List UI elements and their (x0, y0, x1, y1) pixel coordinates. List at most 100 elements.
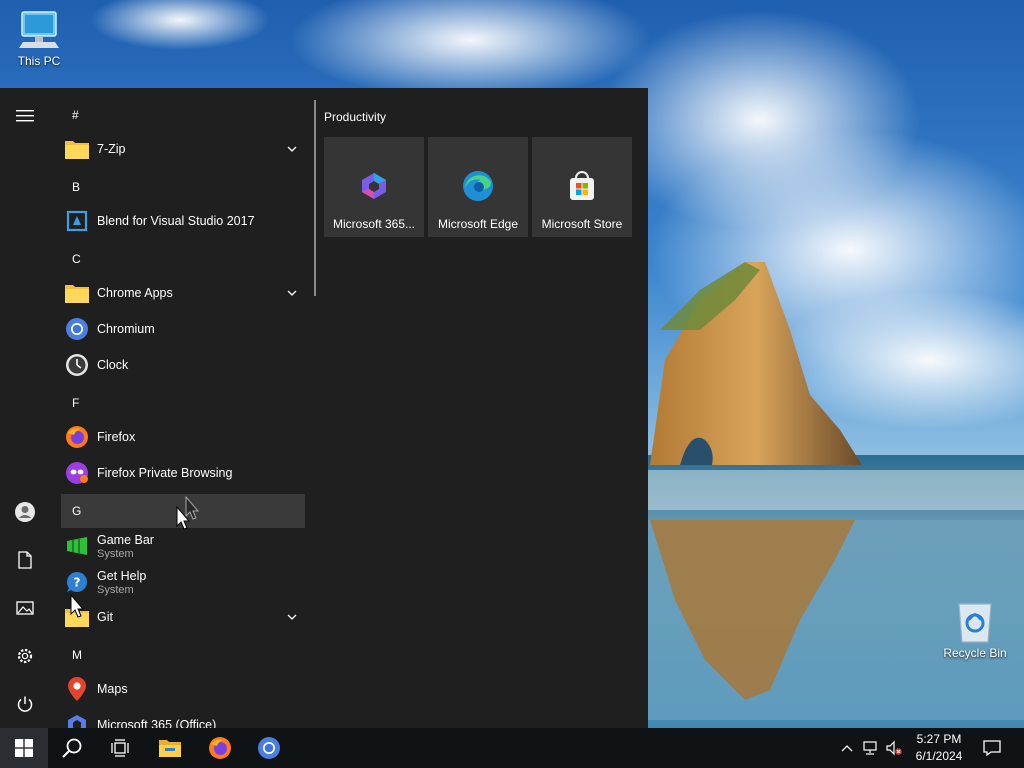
power-icon (17, 696, 33, 712)
app-subtitle: System (97, 583, 134, 596)
app-git[interactable]: Git (61, 599, 305, 635)
tile-microsoft-store[interactable]: Microsoft Store (532, 137, 632, 237)
app-name: Chrome Apps (97, 286, 173, 300)
settings-icon (17, 648, 33, 664)
app-name: Clock (97, 358, 129, 372)
clock-time: 5:27 PM (916, 732, 962, 746)
firefox-private-icon (63, 459, 91, 487)
taskbar-clock[interactable]: 5:27 PM 6/1/2024 (908, 731, 970, 765)
group-header-b[interactable]: B (61, 170, 305, 204)
power-button[interactable] (0, 680, 50, 728)
desktop-icon-this-pc[interactable]: This PC (1, 8, 77, 68)
group-header-g[interactable]: G (61, 494, 305, 528)
account-button[interactable] (0, 488, 50, 536)
store-icon (565, 169, 599, 203)
desktop-icon-recycle-bin[interactable]: Recycle Bin (937, 600, 1013, 660)
app-list-scrollbar[interactable] (314, 100, 316, 296)
group-letter: # (72, 108, 79, 122)
taskbar-file-explorer[interactable] (146, 728, 194, 768)
pictures-icon (16, 601, 34, 615)
tile-microsoft-edge[interactable]: Microsoft Edge (428, 137, 528, 237)
show-hidden-icons-chevron[interactable] (839, 740, 855, 756)
app-blend[interactable]: Blend for Visual Studio 2017 (61, 203, 305, 239)
app-get-help[interactable]: ? Get Help System (61, 563, 305, 601)
taskbar-chromium[interactable] (245, 728, 293, 768)
app-name: Game Bar (97, 532, 154, 547)
task-view-button[interactable] (96, 728, 144, 768)
group-letter: C (72, 252, 81, 266)
app-list: # 7-Zip B Blend for Visual Studio 2017 C… (60, 88, 306, 728)
clock-icon (63, 351, 91, 379)
app-clock[interactable]: Clock (61, 347, 305, 383)
chevron-down-icon (287, 614, 297, 620)
app-name: Chromium (97, 322, 155, 336)
folder-icon (63, 603, 91, 631)
windows-start-icon (15, 739, 33, 757)
app-maps[interactable]: Maps (61, 671, 305, 707)
app-name: Get Help (97, 568, 147, 583)
app-firefox[interactable]: Firefox (61, 419, 305, 455)
firefox-icon (63, 423, 91, 451)
action-center-icon[interactable] (983, 739, 1001, 757)
documents-icon (18, 551, 32, 569)
tile-label: Microsoft Edge (437, 217, 519, 231)
recycle-bin-icon (958, 603, 992, 643)
taskbar-firefox[interactable] (196, 728, 244, 768)
desktop-icon-label: This PC (17, 54, 61, 68)
group-letter: B (72, 180, 81, 194)
app-name: Microsoft 365 (Office) (97, 718, 217, 728)
group-header-f[interactable]: F (61, 386, 305, 420)
group-header-c[interactable]: C (61, 242, 305, 276)
file-explorer-icon (159, 740, 181, 757)
microsoft-365-icon (357, 169, 391, 203)
expand-menu-button[interactable] (0, 92, 50, 140)
search-button[interactable] (48, 728, 96, 768)
start-menu: # 7-Zip B Blend for Visual Studio 2017 C… (0, 88, 648, 728)
tile-group-title[interactable]: Productivity (324, 110, 386, 124)
task-view-icon (111, 739, 129, 757)
chevron-down-icon (287, 146, 297, 152)
app-chromium[interactable]: Chromium (61, 311, 305, 347)
firefox-icon (209, 737, 231, 759)
hamburger-menu-icon (16, 110, 34, 122)
app-name: 7-Zip (97, 142, 126, 156)
tile-microsoft-365[interactable]: Microsoft 365... (324, 137, 424, 237)
network-icon[interactable] (862, 740, 878, 756)
get-help-icon: ? (63, 568, 91, 596)
app-name: Maps (97, 682, 128, 696)
microsoft-365-icon (63, 711, 91, 728)
taskbar: 5:27 PM 6/1/2024 (0, 728, 1024, 768)
volume-muted-icon[interactable] (886, 740, 902, 756)
app-name: Git (97, 610, 113, 624)
app-7zip[interactable]: 7-Zip (61, 131, 305, 167)
app-subtitle: System (97, 547, 134, 560)
start-rail (0, 88, 50, 728)
maps-icon (63, 675, 91, 703)
clock-date: 6/1/2024 (915, 749, 963, 763)
settings-button[interactable] (0, 632, 50, 680)
app-name: Blend for Visual Studio 2017 (97, 214, 255, 228)
chevron-down-icon (287, 290, 297, 296)
app-chrome-apps[interactable]: Chrome Apps (61, 275, 305, 311)
documents-button[interactable] (0, 536, 50, 584)
app-game-bar[interactable]: Game Bar System (61, 527, 305, 565)
folder-icon (63, 279, 91, 307)
start-button[interactable] (0, 728, 48, 768)
chromium-icon (258, 737, 280, 759)
group-header-m[interactable]: M (61, 638, 305, 672)
app-firefox-private[interactable]: Firefox Private Browsing (61, 455, 305, 491)
app-name: Firefox Private Browsing (97, 466, 233, 480)
computer-icon (19, 11, 59, 48)
group-header-hash[interactable]: # (61, 98, 305, 132)
edge-icon (461, 169, 495, 203)
game-bar-icon (63, 532, 91, 560)
folder-icon (63, 135, 91, 163)
chromium-icon (63, 315, 91, 343)
tile-label: Microsoft Store (541, 217, 623, 231)
app-microsoft-365[interactable]: Microsoft 365 (Office) (61, 707, 305, 728)
search-icon (62, 738, 82, 758)
svg-text:?: ? (74, 576, 81, 590)
pictures-button[interactable] (0, 584, 50, 632)
group-letter: M (72, 648, 82, 662)
blend-icon (63, 207, 91, 235)
